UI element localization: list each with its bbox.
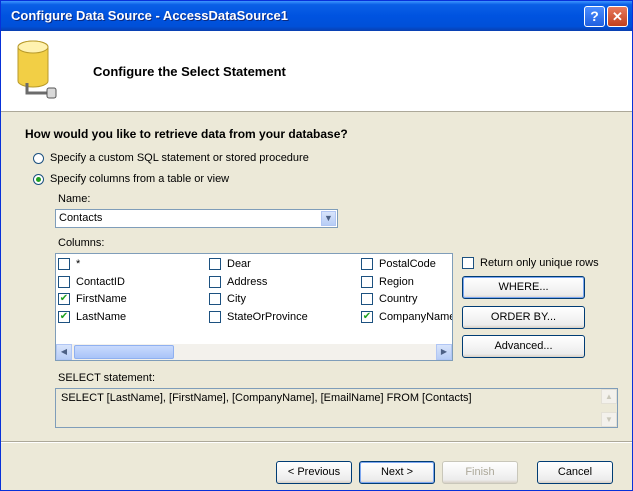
checkbox-icon[interactable] [58,258,70,270]
checkbox-icon[interactable] [361,276,373,288]
column-label: LastName [76,311,127,323]
checkbox-icon[interactable] [209,258,221,270]
select-statement-text: SELECT [LastName], [FirstName], [Company… [61,392,472,404]
column-item[interactable]: ✔ LastName [58,309,126,325]
select-statement-label: SELECT statement: [58,372,156,384]
wizard-header: Configure the Select Statement [1,31,632,112]
column-label: CompanyName [379,311,453,323]
scroll-left-icon[interactable]: ◀ [56,344,72,360]
statement-vertical-scrollbar[interactable]: ▲ ▼ [601,389,617,427]
step-title: Configure the Select Statement [93,64,286,79]
checkbox-icon[interactable]: ✔ [361,311,373,323]
cancel-button[interactable]: Cancel [537,461,613,484]
next-button[interactable]: Next > [359,461,435,484]
column-item[interactable]: Dear [209,256,251,272]
checkbox-icon[interactable]: ✔ [58,293,70,305]
configure-data-source-dialog: Configure Data Source - AccessDataSource… [0,0,633,491]
column-item[interactable]: ✔ CompanyName [361,309,453,325]
checkbox-icon[interactable]: ✔ [58,311,70,323]
column-item[interactable]: ✔ FirstName [58,291,127,307]
scroll-down-icon[interactable]: ▼ [601,412,617,427]
table-name-value: Contacts [59,212,103,224]
order-by-button[interactable]: ORDER BY... [462,306,585,329]
help-button[interactable]: ? [584,6,605,27]
checkbox-icon[interactable] [361,293,373,305]
unique-rows-checkbox[interactable]: Return only unique rows [462,255,599,271]
scroll-up-icon[interactable]: ▲ [601,389,617,404]
column-label: FirstName [76,293,127,305]
title-bar[interactable]: Configure Data Source - AccessDataSource… [1,1,632,31]
checkbox-icon[interactable] [209,293,221,305]
column-label: Dear [227,258,251,270]
window-title: Configure Data Source - AccessDataSource… [11,8,288,23]
table-name-select[interactable]: Contacts ▼ [55,209,338,228]
close-button[interactable]: ✕ [607,6,628,27]
column-label: Region [379,276,414,288]
checkbox-icon[interactable] [58,276,70,288]
columns-list[interactable]: * ContactID ✔ FirstName ✔ LastName Dear Ad… [55,253,453,361]
radio-specify-columns-indicator[interactable] [33,173,44,185]
column-item[interactable]: Region [361,274,414,290]
specify-columns-radio[interactable]: Specify columns from a table or view [33,171,229,187]
column-label: * [76,258,81,270]
column-item[interactable]: City [209,291,246,307]
select-statement-box: SELECT [LastName], [FirstName], [Company… [55,388,618,428]
column-item[interactable]: * [58,256,80,272]
scroll-right-icon[interactable]: ▶ [436,344,452,360]
checkbox-icon[interactable] [209,311,221,323]
column-item[interactable]: Address [209,274,267,290]
specify-columns-label: Specify columns from a table or view [50,173,230,185]
checkbox-icon[interactable] [361,258,373,270]
finish-button: Finish [442,461,518,484]
unique-rows-label: Return only unique rows [480,257,599,269]
radio-custom-sql-indicator[interactable] [33,152,44,164]
column-item[interactable]: StateOrProvince [209,309,308,325]
column-label: City [227,293,246,305]
where-button[interactable]: WHERE... [462,276,585,299]
database-icon [17,40,57,99]
advanced-button[interactable]: Advanced... [462,335,585,358]
name-label: Name: [58,193,91,205]
scroll-thumb[interactable] [74,345,174,359]
custom-sql-radio[interactable]: Specify a custom SQL statement or stored… [33,150,309,166]
column-label: ContactID [76,276,125,288]
checkbox-icon[interactable] [462,257,474,269]
column-label: PostalCode [379,258,436,270]
previous-button[interactable]: < Previous [276,461,352,484]
column-label: StateOrProvince [227,311,308,323]
columns-horizontal-scrollbar[interactable]: ◀ ▶ [56,344,452,360]
column-item[interactable]: Country [361,291,418,307]
column-item[interactable]: PostalCode [361,256,436,272]
columns-label: Columns: [58,237,105,249]
custom-sql-label: Specify a custom SQL statement or stored… [50,152,309,164]
checkbox-icon[interactable] [209,276,221,288]
column-item[interactable]: ContactID [58,274,125,290]
footer-separator [1,441,632,443]
chevron-down-icon[interactable]: ▼ [321,211,336,226]
retrieve-question: How would you like to retrieve data from… [25,127,348,141]
column-label: Country [379,293,418,305]
column-label: Address [227,276,268,288]
